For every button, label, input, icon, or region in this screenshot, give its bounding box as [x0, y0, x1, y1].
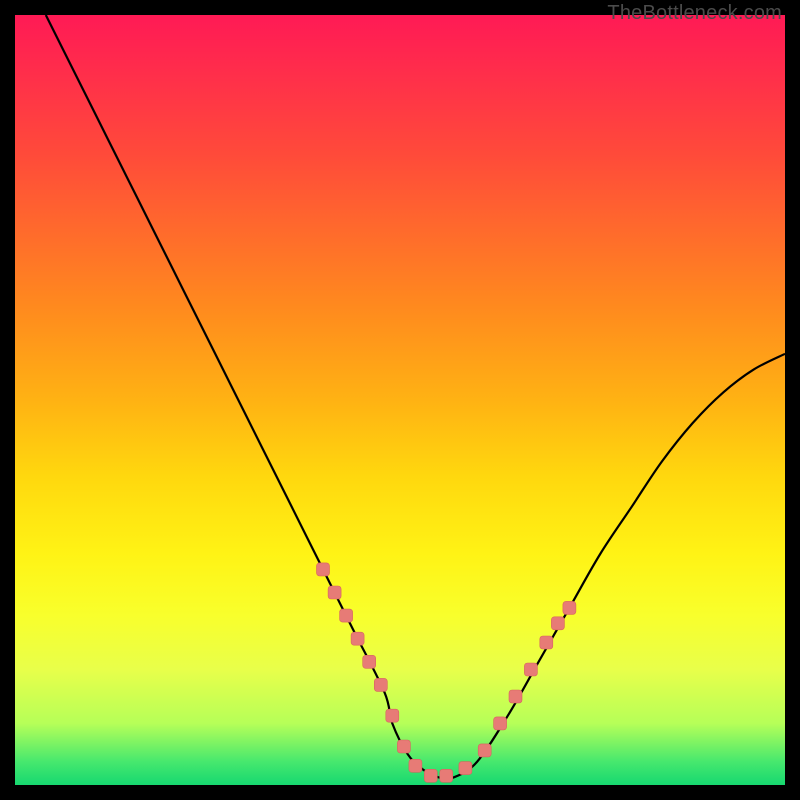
marker-point [351, 632, 364, 645]
marker-point [424, 769, 437, 782]
marker-point [328, 586, 341, 599]
marker-point [459, 762, 472, 775]
chart-plot-area [15, 15, 785, 785]
marker-point [440, 769, 453, 782]
marker-group [317, 563, 576, 782]
marker-point [374, 678, 387, 691]
marker-point [478, 744, 491, 757]
marker-point [524, 663, 537, 676]
marker-point [340, 609, 353, 622]
watermark-text: TheBottleneck.com [607, 2, 782, 25]
chart-frame: TheBottleneck.com [0, 0, 800, 800]
marker-point [551, 617, 564, 630]
marker-point [563, 601, 576, 614]
marker-point [494, 717, 507, 730]
marker-point [317, 563, 330, 576]
marker-point [540, 636, 553, 649]
marker-point [363, 655, 376, 668]
marker-point [386, 709, 399, 722]
marker-point [409, 759, 422, 772]
marker-point [397, 740, 410, 753]
marker-point [509, 690, 522, 703]
chart-svg [15, 15, 785, 785]
bottleneck-curve [46, 15, 785, 779]
